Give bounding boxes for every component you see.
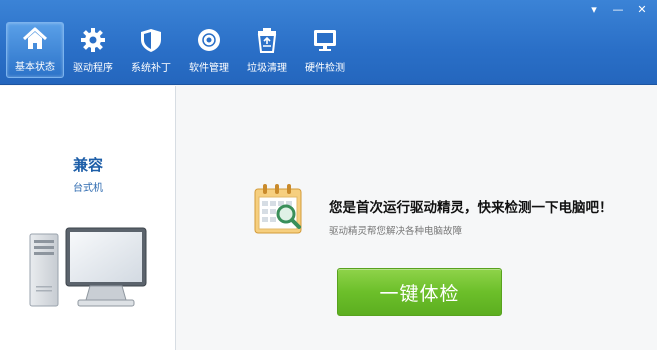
tab-label: 系统补丁 xyxy=(131,63,171,74)
tab-label: 基本状态 xyxy=(15,62,55,73)
tab-drivers[interactable]: 驱动程序 xyxy=(64,22,122,78)
top-toolbar: ▾ — ✕ 基本状态 驱动程序 系统补丁 软件管理 垃圾清理 硬件检测 xyxy=(0,0,657,85)
main-tabs: 基本状态 驱动程序 系统补丁 软件管理 垃圾清理 硬件检测 xyxy=(6,22,354,78)
disc-icon xyxy=(198,29,220,51)
shield-icon xyxy=(141,29,161,52)
monitor-icon xyxy=(314,30,336,51)
dropdown-icon[interactable]: ▾ xyxy=(587,4,601,16)
close-icon[interactable]: ✕ xyxy=(635,4,649,16)
tab-label: 驱动程序 xyxy=(73,63,113,74)
tab-basic-status[interactable]: 基本状态 xyxy=(6,22,64,78)
computer-info-panel: 兼容 台式机 xyxy=(0,86,176,350)
computer-name: 兼容 xyxy=(72,156,103,174)
tab-system-patch[interactable]: 系统补丁 xyxy=(122,22,180,78)
tab-junk-cleanup[interactable]: 垃圾清理 xyxy=(238,22,296,78)
tab-label: 硬件检测 xyxy=(305,63,345,74)
calendar-search-icon xyxy=(254,184,302,234)
minimize-icon[interactable]: — xyxy=(611,4,625,16)
headline-text: 您是首次运行驱动精灵，快来检测一下电脑吧！ xyxy=(329,200,613,216)
tab-label: 软件管理 xyxy=(189,63,229,74)
one-click-check-button[interactable]: 一键体检 xyxy=(337,268,502,316)
computer-type: 台式机 xyxy=(73,183,103,194)
tab-label: 垃圾清理 xyxy=(247,63,287,74)
home-icon xyxy=(22,27,48,49)
desktop-computer-icon xyxy=(29,227,147,307)
main-content: 您是首次运行驱动精灵，快来检测一下电脑吧！ 驱动精灵帮您解决各种电脑故障 一键体… xyxy=(177,86,657,350)
app-window: ▾ — ✕ 基本状态 驱动程序 系统补丁 软件管理 垃圾清理 硬件检测 兼容 台… xyxy=(0,0,657,350)
tab-hardware-detection[interactable]: 硬件检测 xyxy=(296,22,354,78)
window-controls: ▾ — ✕ xyxy=(587,4,649,16)
gear-icon xyxy=(81,28,105,52)
tab-software-management[interactable]: 软件管理 xyxy=(180,22,238,78)
subline-text: 驱动精灵帮您解决各种电脑故障 xyxy=(329,226,463,237)
recycle-bin-icon xyxy=(257,28,277,53)
